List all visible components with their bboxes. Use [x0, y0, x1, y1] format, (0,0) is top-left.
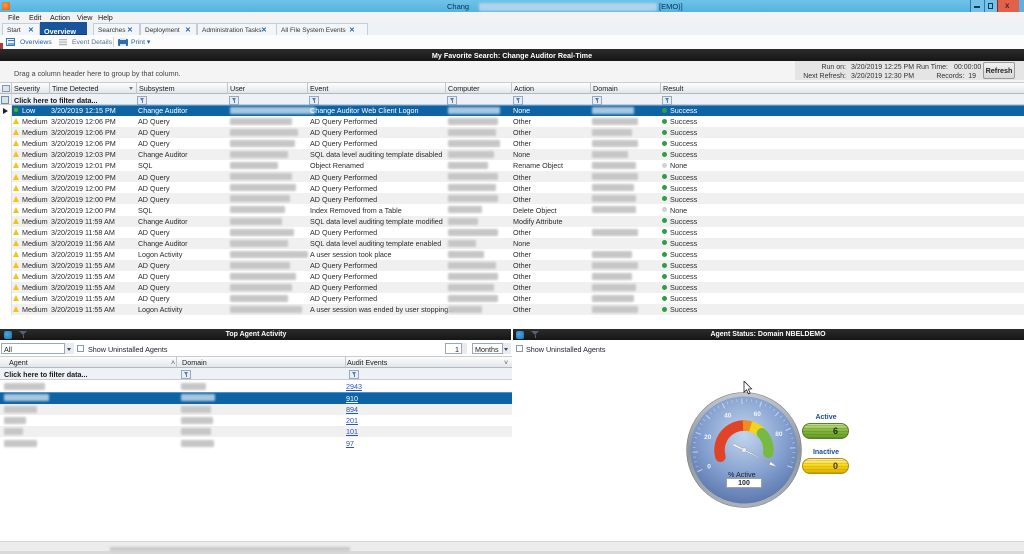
svg-text:80: 80: [775, 431, 783, 438]
svg-text:0: 0: [707, 463, 711, 470]
svg-text:40: 40: [724, 412, 732, 419]
svg-text:20: 20: [704, 434, 712, 441]
svg-text:60: 60: [753, 411, 761, 418]
